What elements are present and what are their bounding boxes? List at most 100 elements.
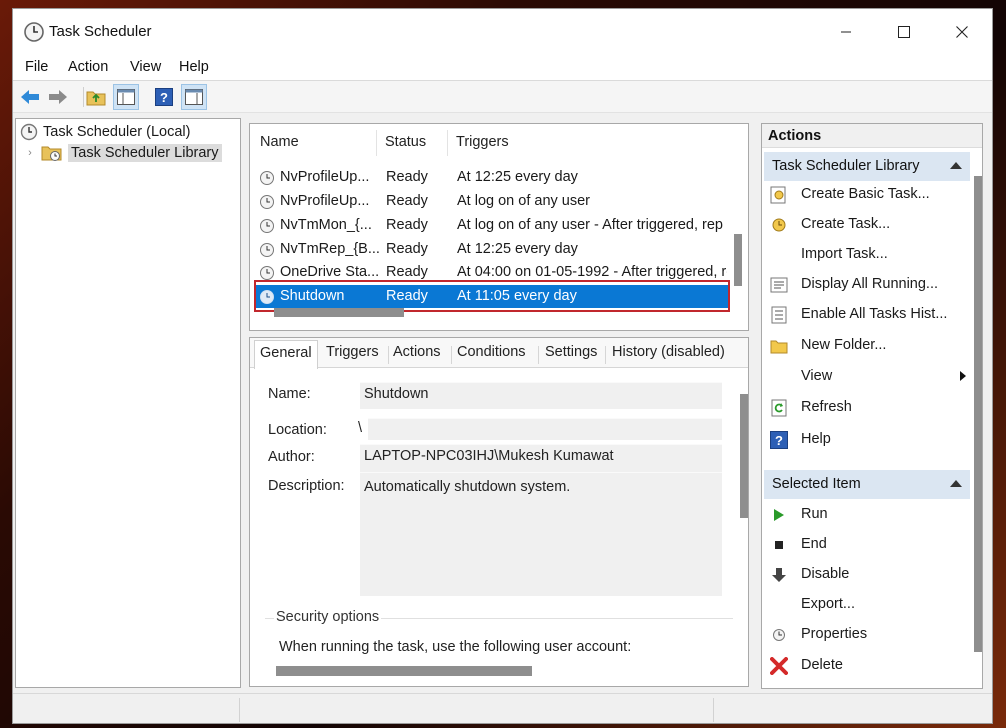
section-selected-item[interactable]: Selected Item (764, 470, 970, 499)
action-enable-all-tasks-history[interactable]: Enable All Tasks Hist... (770, 303, 966, 329)
action-disable[interactable]: Disable (770, 563, 966, 589)
menu-view[interactable]: View (130, 59, 161, 75)
clock-icon (24, 22, 44, 42)
console-tree: Task Scheduler (Local) › Task Scheduler … (15, 118, 241, 688)
description-label: Description: (268, 478, 345, 494)
close-button[interactable] (939, 17, 985, 47)
action-label: Properties (801, 626, 868, 642)
task-name: NvProfileUp... (280, 193, 370, 209)
action-export[interactable]: Export... (770, 593, 966, 619)
menu-help[interactable]: Help (179, 59, 209, 75)
location-label: Location: (268, 422, 327, 438)
action-label: View (801, 368, 833, 384)
action-create-basic-task[interactable]: Create Basic Task... (770, 183, 966, 209)
collapse-arrow-icon[interactable] (950, 480, 962, 487)
menu-action[interactable]: Action (68, 59, 108, 75)
security-options-text: When running the task, use the following… (279, 639, 632, 655)
chevron-right-icon[interactable]: › (24, 147, 36, 159)
author-field[interactable]: LAPTOP-NPC03IHJ\Mukesh Kumawat (360, 444, 722, 472)
tab-settings[interactable]: Settings (545, 344, 597, 360)
action-label: Create Basic Task... (801, 186, 930, 202)
vertical-scrollbar-thumb[interactable] (734, 234, 742, 286)
name-field[interactable]: Shutdown (360, 382, 722, 409)
up-folder-button[interactable] (83, 84, 109, 110)
task-name: Shutdown (280, 288, 345, 304)
action-end[interactable]: End (770, 533, 966, 559)
help-icon: ? (155, 88, 173, 106)
action-import-task[interactable]: Import Task... (770, 243, 966, 269)
location-field (368, 418, 722, 440)
vertical-scrollbar-thumb[interactable] (974, 176, 982, 652)
show-hide-action-pane-button[interactable] (181, 84, 207, 110)
vertical-scrollbar-thumb[interactable] (740, 394, 748, 518)
action-view[interactable]: View (770, 365, 966, 391)
refresh-icon (770, 399, 788, 417)
tab-history[interactable]: History (disabled) (612, 344, 725, 360)
task-clock-icon (260, 195, 274, 209)
maximize-icon (898, 26, 910, 38)
action-create-task[interactable]: Create Task... (770, 213, 966, 239)
maximize-button[interactable] (881, 17, 927, 47)
security-options-title: Security options (274, 609, 382, 625)
task-status: Ready (386, 264, 428, 280)
tab-divider (451, 346, 452, 364)
action-run[interactable]: Run (770, 503, 966, 529)
name-label: Name: (268, 386, 311, 402)
column-header-name[interactable]: Name (260, 134, 299, 150)
description-field[interactable]: Automatically shutdown system. (360, 472, 722, 596)
horizontal-scrollbar-thumb[interactable] (276, 666, 532, 676)
tab-triggers[interactable]: Triggers (326, 344, 379, 360)
folder-clock-icon (41, 146, 62, 161)
action-refresh[interactable]: Refresh (770, 396, 966, 422)
task-trigger: At log on of any user - After triggered,… (457, 217, 723, 233)
toolbar: ? (13, 81, 992, 113)
action-label: Help (801, 431, 831, 447)
column-header-status[interactable]: Status (385, 134, 426, 150)
action-display-all-running[interactable]: Display All Running... (770, 273, 966, 299)
window-title: Task Scheduler (49, 23, 152, 40)
task-trigger: At 11:05 every day (457, 288, 577, 304)
forward-button[interactable] (45, 84, 71, 110)
task-name: NvTmRep_{B... (280, 241, 380, 257)
show-hide-console-tree-button[interactable] (113, 84, 139, 110)
back-button[interactable] (17, 84, 43, 110)
tab-actions[interactable]: Actions (393, 344, 441, 360)
task-trigger: At 12:25 every day (457, 241, 578, 257)
tree-item-task-scheduler-local[interactable]: Task Scheduler (Local) (20, 123, 191, 141)
title-bar: Task Scheduler (13, 9, 992, 55)
tab-conditions[interactable]: Conditions (457, 344, 526, 360)
table-row[interactable]: NvProfileUp... Ready At 12:25 every day (256, 166, 728, 189)
task-list: Name Status Triggers NvProfileUp... Read… (249, 123, 749, 331)
column-divider[interactable] (376, 130, 377, 156)
submenu-arrow-icon (960, 371, 966, 381)
action-delete[interactable]: Delete (770, 654, 966, 680)
properties-clock-icon (770, 626, 788, 644)
tab-divider (605, 346, 606, 364)
action-label: Run (801, 506, 828, 522)
table-row-selected[interactable]: Shutdown Ready At 11:05 every day (256, 285, 728, 308)
action-new-folder[interactable]: New Folder... (770, 334, 966, 360)
column-divider[interactable] (447, 130, 448, 156)
task-scheduler-window: Task Scheduler File Action View Help ? T… (12, 8, 993, 724)
horizontal-scrollbar-thumb[interactable] (274, 308, 404, 317)
help-toolbar-button[interactable]: ? (151, 84, 177, 110)
tab-divider (538, 346, 539, 364)
action-properties[interactable]: Properties (770, 623, 966, 649)
section-task-scheduler-library[interactable]: Task Scheduler Library (764, 152, 970, 181)
column-header-triggers[interactable]: Triggers (456, 134, 509, 150)
collapse-arrow-icon[interactable] (950, 162, 962, 169)
action-help[interactable]: ? Help (770, 428, 966, 454)
table-row[interactable]: NvProfileUp... Ready At log on of any us… (256, 190, 728, 213)
forward-arrow-icon (49, 90, 67, 104)
task-clock-icon (260, 171, 274, 185)
task-clock-icon (260, 243, 274, 257)
task-status: Ready (386, 217, 428, 233)
tab-general[interactable]: General (254, 340, 318, 369)
help-icon: ? (770, 431, 788, 449)
tree-item-task-scheduler-library[interactable]: › Task Scheduler Library (24, 144, 222, 162)
minimize-button[interactable] (823, 17, 869, 47)
menu-file[interactable]: File (25, 59, 48, 75)
table-row[interactable]: NvTmRep_{B... Ready At 12:25 every day (256, 238, 728, 261)
table-row[interactable]: OneDrive Sta... Ready At 04:00 on 01-05-… (256, 261, 728, 284)
table-row[interactable]: NvTmMon_{... Ready At log on of any user… (256, 214, 728, 237)
